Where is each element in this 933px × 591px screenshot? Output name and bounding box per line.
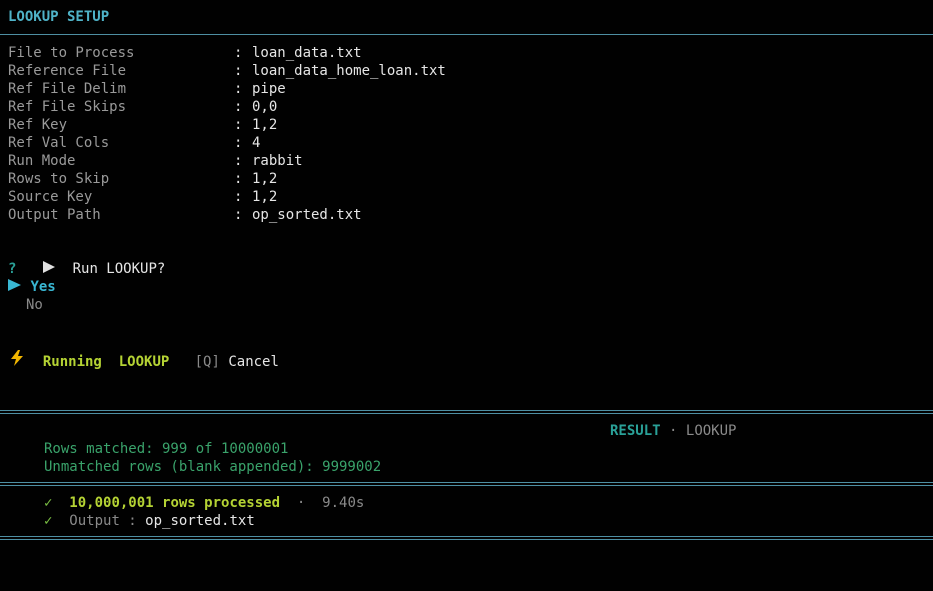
result-header: RESULT · LOOKUP	[610, 422, 736, 440]
cancel-label[interactable]: Cancel	[228, 354, 279, 370]
config-separator: :	[234, 99, 243, 115]
output-label: Output :	[69, 513, 137, 529]
check-icon: ✓	[44, 495, 53, 511]
config-value: 1,2	[252, 189, 278, 205]
config-label: Output Path	[8, 207, 101, 223]
summary-divider-top	[0, 482, 933, 486]
config-label: File to Process	[8, 45, 135, 61]
page-title: LOOKUP SETUP	[8, 9, 110, 25]
config-separator: :	[234, 45, 243, 61]
config-value: 1,2	[252, 171, 278, 187]
config-value: 0,0	[252, 99, 278, 115]
config-separator: :	[234, 117, 243, 133]
config-separator: :	[234, 153, 243, 169]
summary-dot: ·	[296, 495, 306, 511]
config-separator: :	[234, 207, 243, 223]
config-label: Ref File Skips	[8, 99, 127, 115]
config-label: Source Key	[8, 189, 93, 205]
prompt-text: Run LOOKUP?	[72, 261, 166, 277]
selected-arrow-icon	[8, 278, 22, 296]
config-value: loan_data_home_loan.txt	[252, 63, 446, 79]
running-status: Running LOOKUP [Q] Cancel	[8, 350, 279, 371]
prompt-question: ? Run LOOKUP?	[8, 260, 165, 278]
config-separator: :	[234, 81, 243, 97]
result-label: RESULT	[610, 423, 661, 439]
running-label: Running	[42, 354, 102, 370]
config-label: Rows to Skip	[8, 171, 110, 187]
rows-unmatched: Unmatched rows (blank appended): 9999002	[44, 459, 382, 475]
check-icon: ✓	[44, 513, 53, 529]
config-value: loan_data.txt	[252, 45, 362, 61]
config-label: Run Mode	[8, 153, 76, 169]
lightning-icon	[8, 350, 26, 371]
option-yes-label: Yes	[30, 279, 56, 295]
summary-divider-bottom	[0, 536, 933, 540]
header-divider	[0, 34, 933, 35]
config-label: Ref Val Cols	[8, 135, 110, 151]
config-separator: :	[234, 171, 243, 187]
rows-matched: Rows matched: 999 of 10000001	[44, 441, 289, 457]
config-value: rabbit	[252, 153, 303, 169]
result-divider-top	[0, 410, 933, 414]
rows-processed: 10,000,001 rows processed	[69, 495, 281, 511]
running-task: LOOKUP	[118, 354, 170, 370]
cancel-key[interactable]: [Q]	[195, 354, 220, 370]
elapsed-time: 9.40s	[322, 495, 365, 511]
option-yes[interactable]: Yes	[8, 278, 56, 296]
config-separator: :	[234, 63, 243, 79]
output-value: op_sorted.txt	[145, 513, 255, 529]
config-value: 4	[252, 135, 261, 151]
config-separator: :	[234, 135, 243, 151]
config-label: Ref File Delim	[8, 81, 127, 97]
config-value: pipe	[252, 81, 286, 97]
config-value: op_sorted.txt	[252, 207, 362, 223]
config-label: Ref Key	[8, 117, 68, 133]
result-dot: ·	[669, 423, 678, 439]
option-no[interactable]: No	[26, 296, 43, 314]
config-separator: :	[234, 189, 243, 205]
prompt-mark: ?	[8, 261, 17, 277]
summary-output: ✓ Output : op_sorted.txt	[44, 512, 255, 530]
summary-processed: ✓ 10,000,001 rows processed · 9.40s	[44, 494, 364, 512]
config-value: 1,2	[252, 117, 278, 133]
play-icon	[42, 260, 56, 278]
option-no-label: No	[26, 297, 43, 313]
result-name: LOOKUP	[685, 423, 737, 439]
config-label: Reference File	[8, 63, 127, 79]
